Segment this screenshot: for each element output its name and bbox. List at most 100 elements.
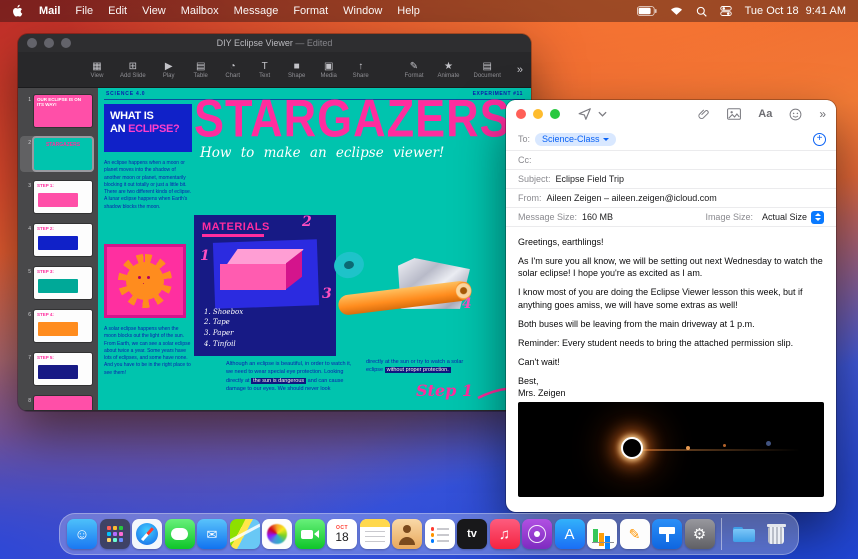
to-label: To: [518, 134, 531, 144]
image-size-value[interactable]: Actual Size [762, 212, 807, 222]
dock-icon-trash[interactable] [761, 519, 791, 549]
caution-paragraph-left[interactable]: Although an eclipse is beautiful, in ord… [226, 360, 358, 393]
attach-file-icon[interactable] [697, 108, 710, 121]
menu-bar-clock[interactable]: Tue Oct 18 9:41 AM [745, 5, 846, 17]
to-field[interactable]: To: Science-Class + [506, 128, 836, 151]
view-icon: ▦ [92, 60, 102, 72]
slide-thumbnail-4[interactable]: STEP 2: [34, 224, 92, 256]
what-is-eclipse-box[interactable]: WHAT IS AN ECLIPSE? [104, 104, 192, 152]
slide-thumbnail-2[interactable]: STARGAZERS [34, 138, 92, 170]
eclipse-paragraph-2[interactable]: A solar eclipse happens when the moon bl… [104, 326, 192, 377]
zoom-button[interactable] [550, 109, 560, 119]
keynote-toolbar-table[interactable]: ▤ Table [192, 61, 210, 79]
sun-icon [118, 254, 172, 308]
mail-title-bar[interactable]: Aa » [506, 100, 836, 128]
dock-icon-reminders[interactable] [424, 519, 455, 549]
slide-subtitle[interactable]: How to make an eclipse viewer! [200, 145, 444, 161]
keynote-toolbar-animate[interactable]: ★ Animate [438, 61, 460, 79]
menu-format[interactable]: Format [293, 5, 328, 17]
dock-icon-launchpad[interactable] [99, 519, 130, 549]
menu-mailbox[interactable]: Mailbox [181, 5, 219, 17]
materials-box[interactable]: MATERIALS 1. Shoebox 2. Tape 3. Paper 4.… [194, 215, 336, 356]
dock-icon-messages[interactable] [164, 519, 195, 549]
emoji-picker-icon[interactable] [789, 108, 802, 121]
add-recipient-button[interactable]: + [813, 132, 826, 146]
keynote-toolbar-add-slide[interactable]: ⊞ Add Slide [120, 61, 146, 79]
keynote-toolbar-chart[interactable]: ◔ Chart [224, 61, 242, 79]
slide-title-stargazers[interactable]: STARGAZERS [194, 88, 511, 149]
dock-icon-photos[interactable] [262, 519, 292, 549]
close-button[interactable] [516, 109, 526, 119]
apple-menu-icon[interactable] [12, 4, 24, 18]
from-field[interactable]: From: Aileen Zeigen – aileen.zeigen@iclo… [506, 189, 836, 208]
slide-thumbnail-6[interactable]: STEP 4: [34, 310, 92, 342]
image-size-popup-button[interactable] [811, 210, 824, 224]
keynote-toolbar-text[interactable]: T Text [256, 61, 274, 79]
menu-window[interactable]: Window [343, 5, 382, 17]
send-button[interactable] [578, 107, 592, 121]
dock-icon-facetime[interactable] [294, 519, 325, 549]
slide-thumbnail-row-8: 8 [20, 394, 94, 410]
subject-field[interactable]: Subject: Eclipse Field Trip [506, 170, 836, 189]
dock-icon-pages[interactable]: ✎ [619, 519, 650, 549]
spotlight-search-icon[interactable] [696, 6, 707, 17]
tape-illustration[interactable] [331, 249, 367, 281]
dock-icon-calendar[interactable]: OCT 18 [327, 519, 357, 549]
wifi-icon[interactable] [670, 6, 683, 16]
slide-course-label[interactable]: SCIENCE 4.0 [106, 91, 145, 97]
dock-icon-maps[interactable] [229, 519, 260, 549]
attachment-eclipse-photo[interactable] [518, 402, 824, 498]
dock-icon-downloads-folder[interactable] [729, 519, 759, 549]
keynote-toolbar-format[interactable]: ✎ Format [404, 61, 423, 79]
toolbar-overflow-icon[interactable]: » [819, 107, 826, 121]
sun-illustration[interactable] [104, 244, 186, 318]
active-app-menu[interactable]: Mail [39, 5, 60, 17]
send-options-chevron-icon[interactable] [598, 111, 607, 117]
eclipse-paragraph-1[interactable]: An eclipse happens when a moon or planet… [104, 160, 192, 211]
minimize-button[interactable] [533, 109, 543, 119]
menu-message[interactable]: Message [234, 5, 279, 17]
slide-thumbnail-3[interactable]: STEP 1: [34, 181, 92, 213]
dock-icon-numbers[interactable] [587, 519, 617, 549]
keynote-toolbar-play[interactable]: ▶ Play [160, 61, 178, 79]
dock-icon-mail[interactable]: ✉ [197, 519, 227, 549]
cc-field[interactable]: Cc: [506, 151, 836, 170]
keynote-title-bar[interactable]: DIY Eclipse Viewer — Edited [18, 34, 531, 52]
dock-icon-tv[interactable]: tv [457, 519, 487, 549]
caution-paragraph-right[interactable]: directly at the sun or try to watch a so… [366, 358, 472, 375]
keynote-toolbar-share[interactable]: ↑ Share [352, 61, 370, 79]
format-text-button[interactable]: Aa [758, 108, 772, 120]
dock-icon-contacts[interactable] [392, 519, 422, 549]
step-1-annotation[interactable]: Step 1 [416, 381, 473, 400]
edited-status: — Edited [295, 38, 333, 48]
dock-icon-music[interactable]: ♫ [489, 519, 520, 549]
dock-icon-finder[interactable]: ☺ [67, 519, 97, 549]
message-body-editor[interactable]: Greetings, earthlings! As I'm sure you a… [506, 227, 836, 503]
slide-thumbnail-8[interactable] [34, 396, 92, 410]
menu-view[interactable]: View [142, 5, 166, 17]
insert-photo-icon[interactable] [727, 108, 742, 120]
body-paragraph: Can't wait! [518, 356, 560, 367]
keynote-toolbar-shape[interactable]: ■ Shape [288, 61, 306, 79]
dock-icon-safari[interactable] [132, 519, 162, 549]
keynote-toolbar-view[interactable]: ▦ View [88, 61, 106, 79]
slide-thumbnail-5[interactable]: STEP 3: [34, 267, 92, 299]
dock-icon-podcasts[interactable] [522, 519, 552, 549]
keynote-toolbar-document[interactable]: ▤ Document [474, 61, 501, 79]
menu-help[interactable]: Help [397, 5, 420, 17]
status-date: Tue Oct 18 [744, 5, 799, 17]
dock-icon-notes[interactable] [359, 519, 390, 549]
battery-icon[interactable] [636, 6, 657, 16]
dock-icon-app-store[interactable]: A [554, 519, 585, 549]
menu-edit[interactable]: Edit [108, 5, 127, 17]
slide-thumbnail-7[interactable]: STEP 5: [34, 353, 92, 385]
toolbar-overflow-icon[interactable]: » [517, 64, 523, 76]
menu-file[interactable]: File [75, 5, 93, 17]
recipient-token[interactable]: Science-Class [535, 132, 616, 146]
slide-thumbnail-1[interactable]: OUR ECLIPSE IS ON ITS WAY! [34, 95, 92, 127]
keynote-toolbar-media[interactable]: ▣ Media [320, 61, 338, 79]
size-row: Message Size: 160 MB Image Size: Actual … [506, 208, 836, 227]
dock-icon-system-settings[interactable]: ⚙ [684, 519, 715, 549]
control-center-icon[interactable] [719, 5, 732, 17]
dock-icon-keynote[interactable] [652, 519, 682, 549]
